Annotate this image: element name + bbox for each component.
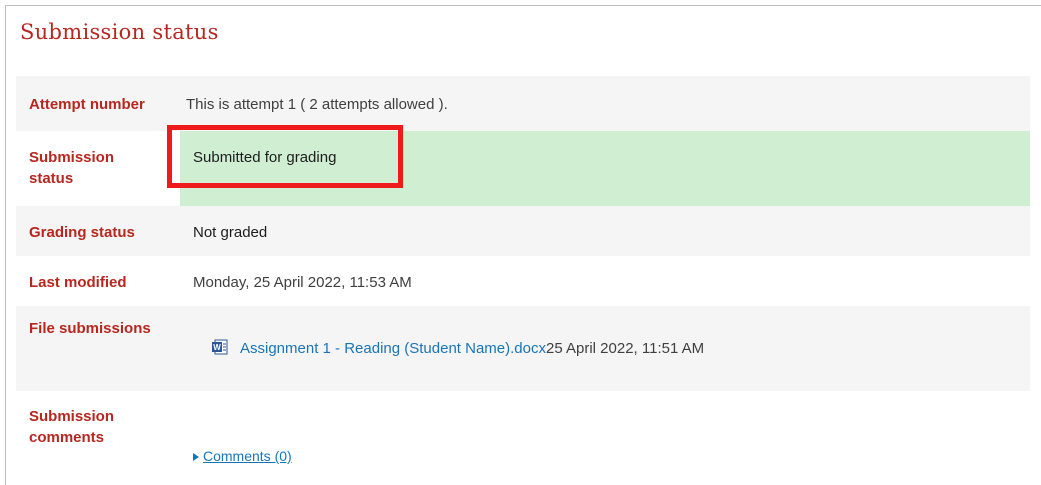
svg-text:W: W bbox=[213, 343, 221, 352]
last-modified-value: Monday, 25 April 2022, 11:53 AM bbox=[193, 274, 412, 291]
table-row-last-modified: Last modified Monday, 25 April 2022, 11:… bbox=[16, 256, 1030, 306]
submission-comments-label: Submission comments bbox=[16, 391, 180, 448]
submission-status-label-line2: status bbox=[29, 170, 74, 187]
last-modified-label: Last modified bbox=[29, 274, 127, 291]
file-submissions-label: File submissions bbox=[29, 320, 151, 337]
submitted-file-date: 25 April 2022, 11:51 AM bbox=[545, 340, 705, 357]
submission-status-value: Submitted for grading bbox=[180, 131, 1030, 206]
submission-comments-label-line2: comments bbox=[29, 429, 105, 446]
table-row-attempt: Attempt number This is attempt 1 ( 2 att… bbox=[16, 76, 1030, 131]
file-submission-entry: W Assignment 1 - Reading (Student Name).… bbox=[180, 306, 1030, 359]
comments-toggle[interactable]: Comments (0) bbox=[180, 391, 1030, 467]
grading-status-label: Grading status bbox=[29, 224, 135, 241]
grading-status-value: Not graded bbox=[193, 224, 268, 241]
caret-right-icon bbox=[193, 453, 199, 461]
word-icon: W bbox=[212, 339, 228, 355]
comments-link[interactable]: Comments (0) bbox=[203, 448, 292, 464]
table-row-file-submissions: File submissions W Assignment 1 - Readin… bbox=[16, 306, 1030, 391]
attempt-number-value: This is attempt 1 ( 2 attempts allowed )… bbox=[186, 96, 448, 113]
submission-status-label: Submission status bbox=[16, 131, 180, 189]
submission-status-label-line1: Submission bbox=[29, 149, 115, 166]
table-row-submission-comments: Submission comments Comments (0) bbox=[16, 391, 1030, 473]
attempt-number-label: Attempt number bbox=[29, 96, 145, 113]
submitted-file-link[interactable]: Assignment 1 - Reading (Student Name).do… bbox=[240, 340, 546, 357]
table-row-submission-status: Submission status Submitted for grading bbox=[16, 131, 1030, 206]
submission-status-table: Attempt number This is attempt 1 ( 2 att… bbox=[16, 76, 1030, 473]
table-row-grading-status: Grading status Not graded bbox=[16, 206, 1030, 256]
page-title: Submission status bbox=[20, 20, 219, 44]
submission-comments-label-line1: Submission bbox=[29, 408, 115, 425]
